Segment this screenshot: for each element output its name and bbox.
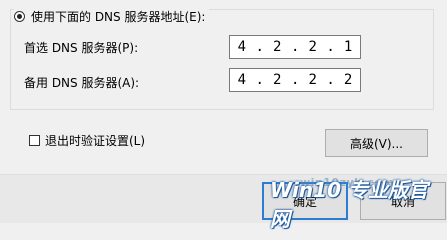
- preferred-dns-label: 首选 DNS 服务器(P):: [24, 41, 139, 55]
- alternate-dns-octet-3[interactable]: 2: [303, 72, 323, 88]
- ip-separator: .: [290, 39, 300, 55]
- alternate-dns-octet-1[interactable]: 4: [232, 72, 252, 88]
- ip-separator: .: [255, 39, 264, 55]
- radio-selected-icon[interactable]: [14, 10, 25, 22]
- checkbox-unchecked-icon[interactable]: [29, 134, 40, 146]
- preferred-dns-input[interactable]: 4 . 2 . 2 . 1: [229, 35, 361, 59]
- preferred-dns-octet-2[interactable]: 2: [267, 39, 287, 55]
- ip-separator: .: [326, 39, 335, 55]
- watermark-logo: Win10 专业版官网: [270, 178, 428, 231]
- ip-separator: .: [326, 72, 335, 88]
- alternate-dns-octet-2[interactable]: 2: [267, 72, 287, 88]
- alternate-dns-octet-4[interactable]: 2: [338, 72, 358, 88]
- alternate-dns-input[interactable]: 4 . 2 . 2 . 2: [229, 68, 361, 92]
- advanced-button[interactable]: 高级(V)...: [325, 129, 428, 157]
- preferred-dns-octet-4[interactable]: 1: [338, 39, 358, 55]
- ip-separator: .: [255, 72, 264, 88]
- validate-on-exit-label: 退出时验证设置(L): [45, 133, 146, 148]
- validate-on-exit-checkbox[interactable]: 退出时验证设置(L): [29, 131, 145, 149]
- ip-separator: .: [290, 72, 300, 88]
- use-following-dns-radio[interactable]: 使用下面的 DNS 服务器地址(E):: [14, 6, 210, 26]
- use-following-dns-label: 使用下面的 DNS 服务器地址(E):: [31, 9, 206, 24]
- alternate-dns-label: 备用 DNS 服务器(A):: [24, 76, 140, 90]
- preferred-dns-octet-3[interactable]: 2: [303, 39, 323, 55]
- preferred-dns-octet-1[interactable]: 4: [232, 39, 252, 55]
